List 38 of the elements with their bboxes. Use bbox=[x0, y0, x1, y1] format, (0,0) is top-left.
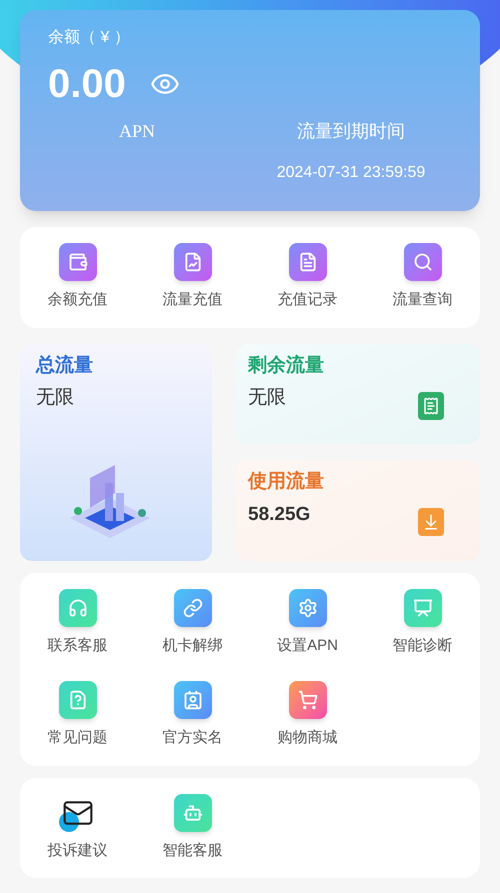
link-icon bbox=[174, 588, 212, 626]
expiry-time: 2024-07-31 23:59:59 bbox=[276, 163, 426, 183]
question-document-icon bbox=[58, 681, 96, 719]
search-icon bbox=[404, 243, 442, 281]
menu-item[interactable]: 联系客服 bbox=[20, 584, 135, 661]
stat-value: 无限 bbox=[248, 386, 287, 410]
user-card-icon bbox=[174, 681, 212, 719]
monitor-chart-icon bbox=[404, 588, 442, 626]
menu-item[interactable]: 流量充值 bbox=[135, 239, 250, 316]
stat-title: 剩余流量 bbox=[248, 354, 324, 378]
menu-item[interactable]: 常见问题 bbox=[20, 677, 135, 754]
menu-item[interactable]: 流量查询 bbox=[365, 239, 480, 316]
menu-item[interactable]: 机卡解绑 bbox=[135, 584, 250, 661]
robot-icon bbox=[174, 794, 212, 832]
menu-item[interactable]: 设置APN bbox=[250, 584, 365, 661]
chart-document-icon bbox=[174, 243, 212, 281]
apn-label: APN bbox=[118, 120, 156, 143]
menu-item[interactable]: 官方实名 bbox=[135, 677, 250, 754]
balance-label: 余额（ ¥ ） bbox=[48, 28, 131, 48]
menu-item[interactable]: 智能客服 bbox=[135, 790, 250, 866]
receipt-icon bbox=[418, 392, 444, 420]
stat-title: 使用流量 bbox=[248, 470, 324, 494]
stat-title: 总流量 bbox=[36, 354, 94, 378]
headset-icon bbox=[58, 588, 96, 626]
stat-value: 无限 bbox=[36, 386, 75, 410]
menu-item[interactable]: 余额充值 bbox=[20, 239, 135, 316]
expiry-label: 流量到期时间 bbox=[296, 120, 406, 143]
balance-amount: 0.00 bbox=[48, 61, 126, 108]
menu-item[interactable]: 充值记录 bbox=[250, 239, 365, 316]
wallet-icon bbox=[58, 243, 96, 281]
stat-value: 58.25G bbox=[248, 502, 312, 526]
download-box-icon bbox=[418, 508, 444, 536]
menu-item[interactable]: 智能诊断 bbox=[365, 584, 480, 661]
menu-item[interactable]: 投诉建议 bbox=[20, 790, 135, 866]
settings-icon bbox=[288, 588, 326, 626]
document-icon bbox=[288, 243, 326, 281]
cart-icon bbox=[288, 681, 326, 719]
menu-item[interactable]: 购物商城 bbox=[250, 677, 365, 754]
